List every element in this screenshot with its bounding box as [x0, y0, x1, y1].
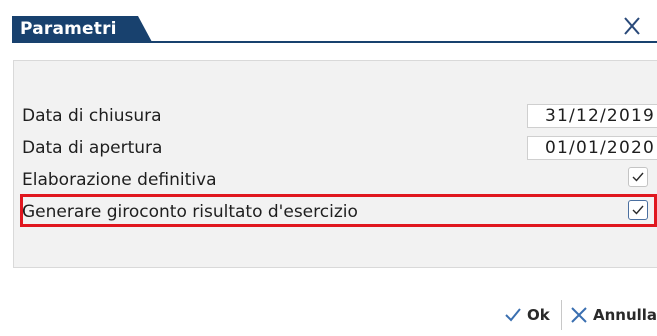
result-transfer-checkbox[interactable]: [628, 200, 648, 220]
footer-separator: [561, 300, 562, 330]
cancel-button[interactable]: Annulla: [569, 303, 657, 327]
closing-date-label: Data di chiusura: [22, 106, 162, 126]
title-underline: [12, 41, 657, 43]
checkmark-icon: [632, 205, 644, 215]
parameters-panel: Data di chiusura 31/12/2019 Data di aper…: [13, 60, 657, 268]
definitive-processing-label: Elaborazione definitiva: [22, 170, 217, 190]
ok-label: Ok: [527, 306, 550, 324]
dialog-title: Parametri: [20, 19, 117, 39]
result-transfer-label: Generare giroconto risultato d'esercizio: [22, 202, 358, 222]
check-icon: [503, 305, 523, 325]
cancel-icon: [569, 305, 589, 325]
close-icon: [624, 17, 640, 35]
closing-date-field[interactable]: 31/12/2019: [527, 104, 657, 128]
cancel-label: Annulla: [593, 306, 657, 324]
checkmark-icon: [632, 172, 644, 182]
dialog-title-tab: Parametri: [12, 16, 152, 42]
opening-date-label: Data di apertura: [22, 138, 163, 158]
definitive-processing-checkbox[interactable]: [628, 167, 648, 187]
ok-button[interactable]: Ok: [503, 303, 550, 327]
close-button[interactable]: [621, 15, 643, 37]
parameters-dialog: Parametri Data di chiusura 31/12/2019 Da…: [0, 0, 657, 336]
opening-date-field[interactable]: 01/01/2020: [527, 136, 657, 160]
